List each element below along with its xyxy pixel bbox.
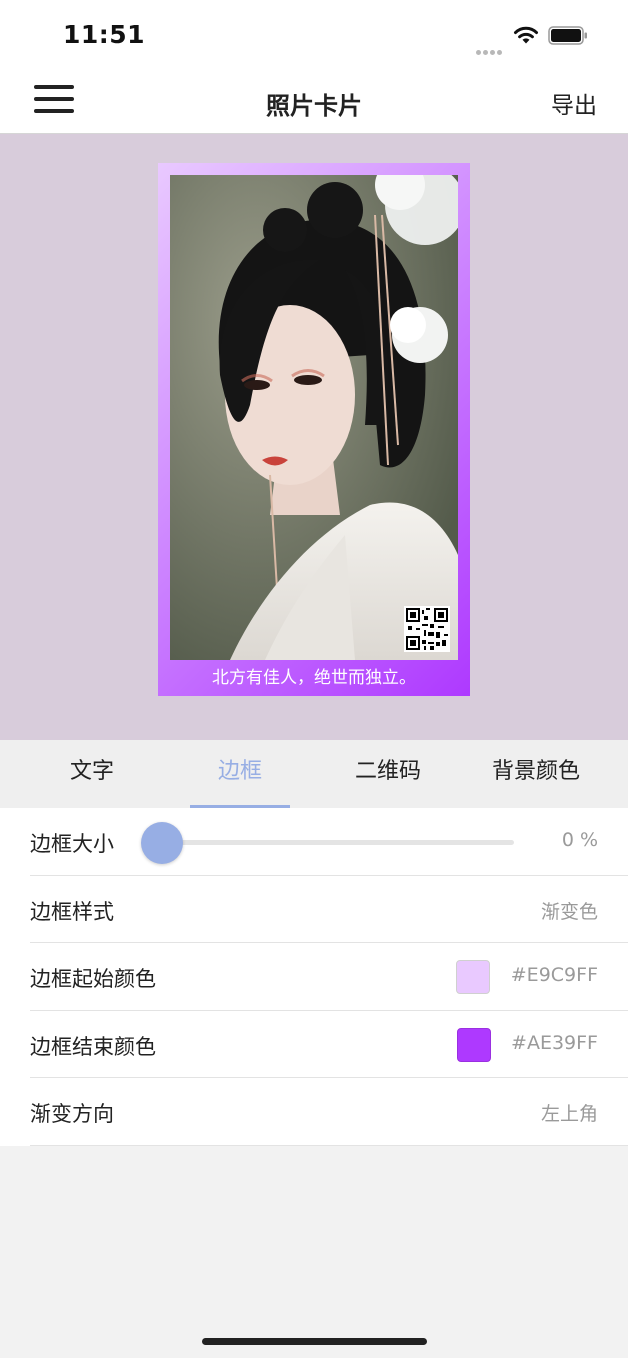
border-start-color-row[interactable]: 边框起始颜色 #E9C9FF	[0, 943, 628, 1011]
qr-code-icon	[406, 608, 448, 650]
gradient-direction-value: 左上角	[540, 1103, 598, 1125]
nav-bar: 照片卡片 导出	[0, 68, 628, 134]
photo-card: 北方有佳人，绝世而独立。	[158, 163, 470, 696]
portrait-photo	[170, 175, 458, 660]
border-size-label: 边框大小	[30, 832, 114, 856]
border-style-row[interactable]: 边框样式 渐变色	[0, 876, 628, 944]
status-bar: 11:51	[0, 0, 628, 68]
page-title: 照片卡片	[266, 92, 362, 120]
gradient-direction-label: 渐变方向	[30, 1102, 114, 1126]
border-size-slider-track[interactable]	[162, 840, 514, 845]
battery-icon	[548, 26, 587, 45]
border-size-row: 边框大小 0 %	[0, 808, 628, 876]
border-style-value: 渐变色	[540, 900, 598, 923]
portrait-illustration	[170, 175, 458, 660]
border-start-color-label: 边框起始颜色	[30, 967, 156, 991]
qr-code	[404, 606, 450, 652]
border-start-color-value: #E9C9FF	[510, 964, 598, 986]
border-end-color-value: #AE39FF	[511, 1031, 598, 1054]
card-preview-area: 北方有佳人，绝世而独立。	[0, 134, 628, 740]
home-indicator[interactable]	[202, 1338, 427, 1345]
border-start-color-swatch[interactable]	[456, 960, 490, 994]
export-button[interactable]: 导出	[551, 86, 597, 120]
card-caption[interactable]: 北方有佳人，绝世而独立。	[158, 663, 470, 688]
signal-icon	[476, 40, 504, 59]
tab-border[interactable]: 边框	[166, 740, 314, 808]
gradient-direction-row[interactable]: 渐变方向 左上角	[0, 1078, 628, 1146]
border-style-label: 边框样式	[30, 899, 114, 924]
wifi-icon	[514, 26, 538, 44]
border-size-value: 0 %	[561, 829, 598, 851]
border-settings-list: 边框大小 0 % 边框样式 渐变色 边框起始颜色 #E9C9FF 边框结束颜色 …	[0, 808, 628, 1146]
border-size-slider-thumb[interactable]	[141, 822, 183, 864]
status-time: 11:51	[63, 20, 146, 49]
hamburger-menu-icon[interactable]	[34, 83, 74, 116]
border-end-color-swatch[interactable]	[457, 1027, 491, 1062]
tab-qr-code[interactable]: 二维码	[314, 740, 462, 808]
border-end-color-label: 边框结束颜色	[30, 1034, 156, 1059]
border-end-color-row[interactable]: 边框结束颜色 #AE39FF	[0, 1011, 628, 1079]
tab-text[interactable]: 文字	[18, 740, 166, 808]
tab-bar: 文字 边框 二维码 背景颜色	[0, 740, 628, 808]
tab-background-color[interactable]: 背景颜色	[462, 740, 610, 808]
